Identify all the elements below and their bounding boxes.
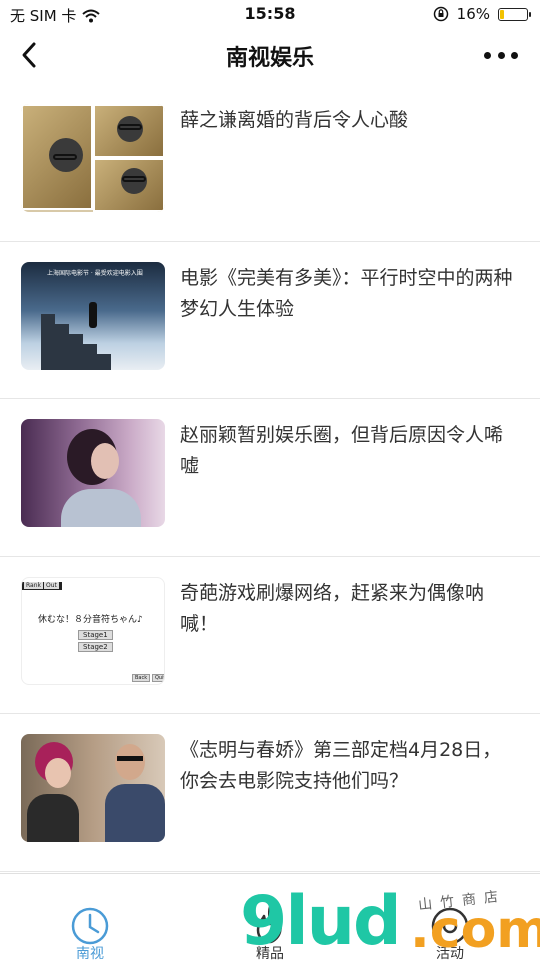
- tab-bar: 南视 精品 活动: [0, 873, 540, 960]
- thumb-stair: [83, 343, 97, 370]
- tab-label: 精品: [256, 946, 284, 960]
- thumb-shoulder: [105, 784, 165, 842]
- news-item-1[interactable]: 薛之谦离婚的背后令人心酸: [0, 84, 540, 242]
- nav-bar: 南视娱乐: [0, 28, 540, 84]
- thumb-shoulder: [27, 794, 79, 842]
- thumb-game-heading: 休むな！８分音符ちゃん♪: [38, 614, 143, 625]
- news-item-2[interactable]: 上海国际电影节 · 最受欢迎电影入围 电影《完美有多美》：平行时空中的两种梦幻人…: [0, 242, 540, 399]
- battery-percent: 16%: [456, 5, 490, 23]
- thumb-face: [91, 443, 119, 479]
- news-item-5[interactable]: 《志明与春娇》第三部定档4月28日，你会去电影院支持他们吗？: [0, 714, 540, 872]
- thumb-stair: [97, 353, 111, 370]
- thumb-stair: [69, 333, 83, 370]
- thumb-stair: [55, 323, 69, 370]
- thumb-out-button: Out: [44, 581, 59, 589]
- more-dot: [497, 51, 505, 59]
- news-list: 薛之谦离婚的背后令人心酸 上海国际电影节 · 最受欢迎电影入围 电影《完美有多美…: [0, 84, 540, 872]
- news-item-4[interactable]: Rank Out 休むな！８分音符ちゃん♪ Stage1 Stage2 Back…: [0, 557, 540, 714]
- more-dot: [484, 51, 491, 59]
- thumb-quit-button: Quit: [152, 673, 164, 682]
- thumb-face: [115, 744, 145, 780]
- clock-icon: [71, 907, 109, 945]
- target-icon: [431, 907, 469, 945]
- news-item-3[interactable]: 赵丽颖暂别娱乐圈，但背后原因令人唏嘘: [0, 399, 540, 557]
- news-title: 奇葩游戏刷爆网络，赶紧来为偶像呐喊！: [180, 581, 485, 635]
- thumb-glasses: [117, 756, 143, 761]
- news-title: 《志明与春娇》第三部定档4月28日，你会去电影院支持他们吗？: [180, 739, 502, 792]
- more-dot: [511, 51, 518, 59]
- tab-huodong[interactable]: 活动: [360, 874, 540, 960]
- tab-label: 南视: [76, 946, 104, 960]
- thumb-figure: [89, 301, 97, 328]
- news-title: 赵丽颖暂别娱乐圈，但背后原因令人唏嘘: [180, 424, 504, 477]
- news-thumbnail: [21, 419, 165, 527]
- thumb-stage2-button: Stage2: [78, 641, 113, 652]
- tab-jingpin[interactable]: 精品: [180, 874, 360, 960]
- thumb-glasses: [122, 176, 146, 182]
- thumb-back-button: Back: [132, 673, 151, 682]
- tab-nanshi[interactable]: 南视: [0, 874, 180, 960]
- page-title: 南视娱乐: [225, 46, 314, 71]
- status-right: 16%: [433, 5, 531, 23]
- news-thumbnail: Rank Out 休むな！８分音符ちゃん♪ Stage1 Stage2 Back…: [21, 576, 165, 685]
- status-bar: 无 SIM 卡 15:58 16%: [0, 0, 540, 28]
- news-thumbnail: [21, 734, 165, 842]
- tab-label: 活动: [436, 946, 464, 960]
- thumb-shoulder: [61, 489, 141, 527]
- news-thumbnail: [21, 104, 165, 212]
- thumb-rank-button: Rank: [24, 581, 43, 589]
- thumb-stair: [41, 313, 55, 370]
- thumb-face: [45, 758, 71, 788]
- more-button[interactable]: [484, 43, 518, 67]
- orientation-lock-icon: [433, 6, 448, 22]
- news-title: 薛之谦离婚的背后令人心酸: [180, 109, 409, 131]
- thumb-glasses: [118, 124, 142, 130]
- thumb-glasses: [53, 154, 77, 160]
- thumb-caption: 上海国际电影节 · 最受欢迎电影入围: [47, 269, 143, 277]
- news-title: 电影《完美有多美》：平行时空中的两种梦幻人生体验: [180, 266, 513, 320]
- news-thumbnail: 上海国际电影节 · 最受欢迎电影入围: [21, 261, 165, 370]
- battery-fill: [500, 9, 505, 19]
- fire-icon: [256, 905, 282, 944]
- battery-icon: [498, 7, 531, 21]
- thumb-stage1-button: Stage1: [78, 629, 113, 640]
